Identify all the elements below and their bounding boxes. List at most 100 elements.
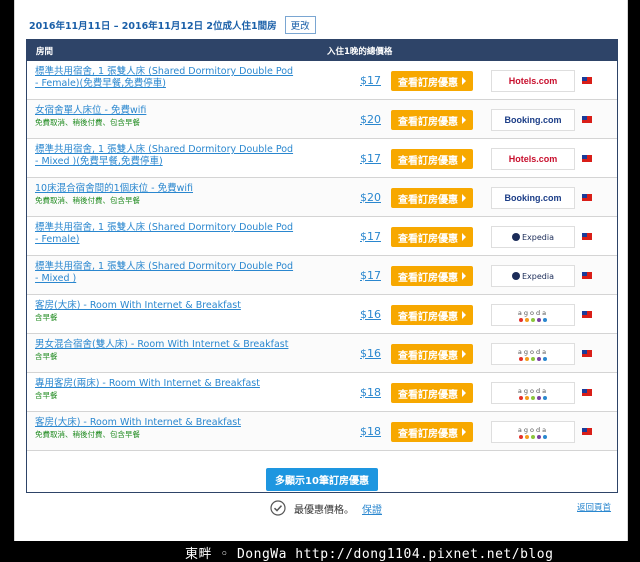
expedia-plane-icon — [512, 233, 520, 241]
vendor-logo[interactable]: Expedia — [491, 226, 575, 248]
view-deal-button[interactable]: 查看訂房優惠 — [391, 188, 473, 208]
room-name-link[interactable]: 專用客房(兩床) - Room With Internet & Breakfas… — [35, 378, 295, 390]
room-note: 免費取消、稍後付費、包含早餐 — [35, 196, 140, 205]
vendor-logo[interactable]: Hotels.com — [491, 148, 575, 170]
room-name-link[interactable]: 標準共用宿舍, 1 張雙人床 (Shared Dormitory Double … — [35, 222, 295, 246]
price-link[interactable]: $20 — [349, 100, 381, 139]
view-deal-button[interactable]: 查看訂房優惠 — [391, 383, 473, 403]
arrow-right-icon — [462, 77, 466, 85]
view-deal-button[interactable]: 查看訂房優惠 — [391, 110, 473, 130]
agoda-logo: agoda — [518, 387, 548, 400]
room-name-link[interactable]: 標準共用宿舍, 1 張雙人床 (Shared Dormitory Double … — [35, 261, 295, 285]
date-bar: 2016年11月11日 – 2016年11月12日 2位成人住1間房 更改 — [29, 16, 316, 34]
back-to-top-link[interactable]: 返回頁首 — [577, 501, 611, 513]
table-row: 專用客房(兩床) - Room With Internet & Breakfas… — [27, 373, 617, 412]
vendor-logo[interactable]: agoda — [491, 421, 575, 443]
price-link[interactable]: $17 — [349, 256, 381, 295]
room-info: 標準共用宿舍, 1 張雙人床 (Shared Dormitory Double … — [35, 66, 295, 91]
view-deal-button[interactable]: 查看訂房優惠 — [391, 422, 473, 442]
price-link[interactable]: $17 — [349, 217, 381, 256]
taiwan-flag-icon — [582, 233, 592, 240]
view-deal-label: 查看訂房優惠 — [398, 155, 458, 167]
agoda-dots-icon — [518, 434, 547, 439]
price-link[interactable]: $16 — [349, 334, 381, 373]
agoda-logo-text: agoda — [517, 308, 549, 317]
price-link[interactable]: $17 — [349, 61, 381, 100]
room-info: 女宿舍單人床位 - 免費wifi 免費取消、稍後付費、包含早餐 — [35, 105, 295, 128]
view-deal-button[interactable]: 查看訂房優惠 — [391, 227, 473, 247]
taiwan-flag-icon — [582, 194, 592, 201]
taiwan-flag-icon — [582, 77, 592, 84]
vendor-logo[interactable]: Hotels.com — [491, 70, 575, 92]
room-info: 標準共用宿舍, 1 張雙人床 (Shared Dormitory Double … — [35, 222, 295, 247]
offer-rows: 標準共用宿舍, 1 張雙人床 (Shared Dormitory Double … — [27, 61, 617, 451]
view-deal-button[interactable]: 查看訂房優惠 — [391, 71, 473, 91]
room-info: 標準共用宿舍, 1 張雙人床 (Shared Dormitory Double … — [35, 261, 295, 286]
vendor-logo[interactable]: Booking.com — [491, 187, 575, 209]
guarantee-link[interactable]: 保證 — [362, 501, 382, 516]
change-button[interactable]: 更改 — [284, 16, 316, 34]
taiwan-flag-icon — [582, 311, 592, 318]
table-row: 男女混合宿舍(雙人床) - Room With Internet & Break… — [27, 334, 617, 373]
table-row: 客房(大床) - Room With Internet & Breakfast … — [27, 412, 617, 451]
arrow-right-icon — [462, 155, 466, 163]
arrow-right-icon — [462, 350, 466, 358]
table-row: 10床混合宿舍間的1個床位 - 免費wifi 免費取消、稍後付費、包含早餐 $2… — [27, 178, 617, 217]
agoda-logo: agoda — [518, 348, 548, 361]
room-info: 10床混合宿舍間的1個床位 - 免費wifi 免費取消、稍後付費、包含早餐 — [35, 183, 295, 206]
more-wrap: 多顯示10筆訂房優惠 — [27, 468, 617, 491]
vendor-logo[interactable]: Expedia — [491, 265, 575, 287]
expedia-logo-text: Expedia — [522, 271, 554, 281]
agoda-logo: agoda — [518, 426, 548, 439]
price-link[interactable]: $20 — [349, 178, 381, 217]
hotels-logo: Hotels.com — [508, 154, 558, 164]
agoda-logo: agoda — [518, 309, 548, 322]
taiwan-flag-icon — [582, 350, 592, 357]
show-more-button[interactable]: 多顯示10筆訂房優惠 — [266, 468, 378, 491]
agoda-dots-icon — [518, 395, 547, 400]
view-deal-button[interactable]: 查看訂房優惠 — [391, 344, 473, 364]
room-info: 專用客房(兩床) - Room With Internet & Breakfas… — [35, 378, 295, 401]
table-row: 標準共用宿舍, 1 張雙人床 (Shared Dormitory Double … — [27, 61, 617, 100]
room-name-link[interactable]: 女宿舍單人床位 - 免費wifi — [35, 105, 295, 117]
view-deal-label: 查看訂房優惠 — [398, 350, 458, 362]
vendor-logo[interactable]: agoda — [491, 382, 575, 404]
view-deal-label: 查看訂房優惠 — [398, 389, 458, 401]
price-link[interactable]: $18 — [349, 412, 381, 451]
room-name-link[interactable]: 客房(大床) - Room With Internet & Breakfast — [35, 300, 295, 312]
booking-logo: Booking.com — [504, 115, 562, 125]
vendor-logo[interactable]: Booking.com — [491, 109, 575, 131]
booking-panel: 2016年11月11日 – 2016年11月12日 2位成人住1間房 更改 房間… — [14, 0, 628, 541]
room-name-link[interactable]: 男女混合宿舍(雙人床) - Room With Internet & Break… — [35, 339, 295, 351]
agoda-dots-icon — [518, 317, 547, 322]
vendor-logo[interactable]: agoda — [491, 343, 575, 365]
price-link[interactable]: $16 — [349, 295, 381, 334]
vendor-logo[interactable]: agoda — [491, 304, 575, 326]
header-price: 入住1晚的總價格 — [327, 46, 393, 57]
room-name-link[interactable]: 標準共用宿舍, 1 張雙人床 (Shared Dormitory Double … — [35, 144, 295, 168]
room-name-link[interactable]: 客房(大床) - Room With Internet & Breakfast — [35, 417, 295, 429]
price-link[interactable]: $18 — [349, 373, 381, 412]
agoda-logo-text: agoda — [517, 425, 549, 434]
price-link[interactable]: $17 — [349, 139, 381, 178]
arrow-right-icon — [462, 272, 466, 280]
room-note: 含早餐 — [35, 352, 58, 361]
taiwan-flag-icon — [582, 155, 592, 162]
view-deal-button[interactable]: 查看訂房優惠 — [391, 305, 473, 325]
taiwan-flag-icon — [582, 116, 592, 123]
expedia-logo-text: Expedia — [522, 232, 554, 242]
arrow-right-icon — [462, 194, 466, 202]
table-row: 標準共用宿舍, 1 張雙人床 (Shared Dormitory Double … — [27, 217, 617, 256]
room-info: 客房(大床) - Room With Internet & Breakfast … — [35, 300, 295, 323]
view-deal-button[interactable]: 查看訂房優惠 — [391, 266, 473, 286]
room-info: 男女混合宿舍(雙人床) - Room With Internet & Break… — [35, 339, 295, 362]
view-deal-button[interactable]: 查看訂房優惠 — [391, 149, 473, 169]
expedia-logo: Expedia — [512, 272, 554, 281]
room-info: 客房(大床) - Room With Internet & Breakfast … — [35, 417, 295, 440]
arrow-right-icon — [462, 389, 466, 397]
room-info: 標準共用宿舍, 1 張雙人床 (Shared Dormitory Double … — [35, 144, 295, 169]
table-row: 客房(大床) - Room With Internet & Breakfast … — [27, 295, 617, 334]
table-row: 標準共用宿舍, 1 張雙人床 (Shared Dormitory Double … — [27, 139, 617, 178]
room-name-link[interactable]: 標準共用宿舍, 1 張雙人床 (Shared Dormitory Double … — [35, 66, 295, 90]
room-name-link[interactable]: 10床混合宿舍間的1個床位 - 免費wifi — [35, 183, 295, 195]
